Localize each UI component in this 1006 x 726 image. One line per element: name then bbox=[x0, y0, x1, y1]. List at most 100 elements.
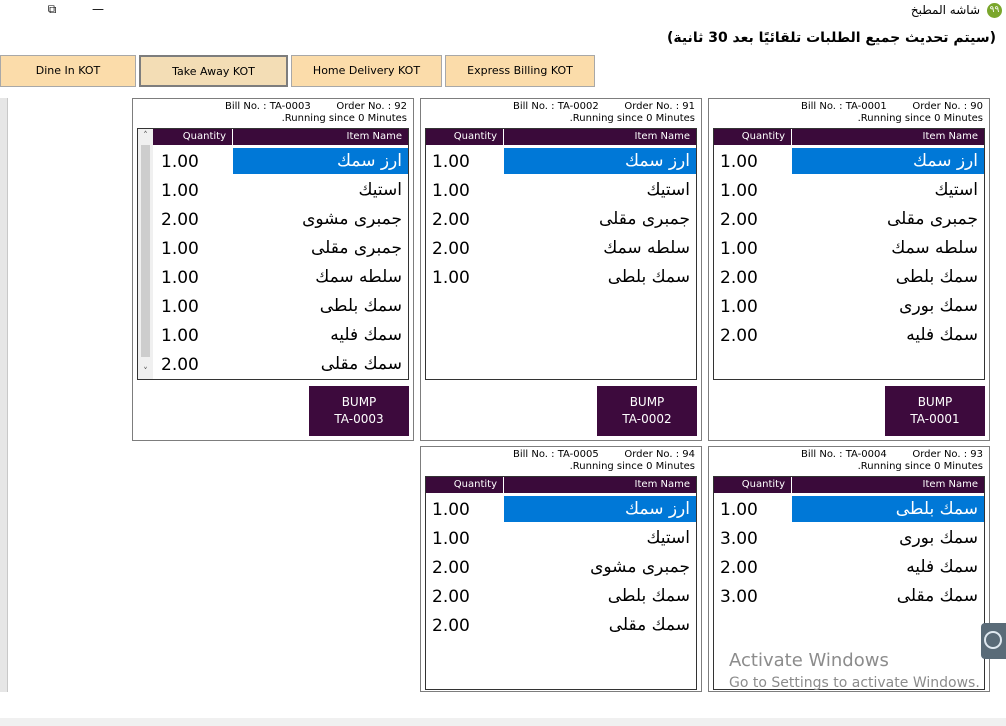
order-items-grid[interactable]: Quantity Item Name 1.00 ارز سمك 1.00 استيك 2.0… bbox=[137, 128, 409, 380]
quantity-column-header[interactable]: Quantity bbox=[155, 129, 233, 145]
item-quantity: 2.00 bbox=[720, 210, 758, 230]
table-row[interactable]: 3.00 سمك بورى bbox=[714, 525, 984, 554]
order-items-grid[interactable]: Quantity Item Name 1.00 ارز سمك 1.00 استيك 2.0… bbox=[713, 128, 985, 380]
item-quantity: 2.00 bbox=[720, 326, 758, 346]
order-card-ta-0005: Bill No. : TA-0005 Order No. : 94 Running … bbox=[420, 446, 702, 692]
running-time: Running since 0 Minutes. bbox=[569, 113, 695, 124]
table-row[interactable]: 1.00 سمك بورى bbox=[714, 293, 984, 322]
item-name: استيك bbox=[646, 180, 690, 200]
item-name-column-header[interactable]: Item Name bbox=[504, 477, 696, 493]
quantity-column-header[interactable]: Quantity bbox=[714, 477, 792, 493]
order-card-ta-0001: Bill No. : TA-0001 Order No. : 90 Running … bbox=[708, 98, 990, 441]
tab-express-billing-kot[interactable]: Express Billing KOT bbox=[445, 55, 595, 87]
table-row[interactable]: 1.00 سمك بلطى bbox=[714, 496, 984, 525]
item-name-column-header[interactable]: Item Name bbox=[504, 129, 696, 145]
table-row[interactable]: 2.00 سمك مقلى bbox=[138, 351, 408, 379]
table-row[interactable]: 2.00 سلطه سمك bbox=[426, 235, 696, 264]
item-name: ارز سمك bbox=[792, 148, 984, 174]
panel-scrollbar[interactable] bbox=[0, 98, 8, 692]
running-time: Running since 0 Minutes. bbox=[569, 461, 695, 472]
bump-button[interactable]: BUMP TA-0003 bbox=[309, 386, 409, 436]
item-name: سمك مقلى bbox=[320, 354, 402, 374]
item-name: استيك bbox=[646, 528, 690, 548]
table-row[interactable]: 1.00 سمك فليه bbox=[138, 322, 408, 351]
table-row[interactable]: 1.00 سلطه سمك bbox=[714, 235, 984, 264]
bottom-scrollbar[interactable] bbox=[0, 718, 1006, 726]
table-row[interactable]: 3.00 سمك مقلى bbox=[714, 583, 984, 612]
table-row[interactable]: 1.00 ارز سمك bbox=[426, 148, 696, 177]
title-bar: ⧉ — شاشه المطبخ ٩٩ bbox=[0, 0, 1006, 26]
table-row[interactable]: 2.00 جمبرى مقلى bbox=[714, 206, 984, 235]
order-items-grid[interactable]: Quantity Item Name 1.00 ارز سمك 1.00 استيك 2.0… bbox=[425, 476, 697, 690]
bump-button[interactable]: BUMP TA-0002 bbox=[597, 386, 697, 436]
window-title: شاشه المطبخ bbox=[910, 3, 980, 17]
item-quantity: 1.00 bbox=[161, 239, 199, 259]
item-name: جمبرى مقلى bbox=[310, 238, 402, 258]
item-name: سمك بلطى bbox=[607, 267, 690, 287]
grid-scrollbar[interactable]: ˄ ˅ bbox=[138, 129, 153, 379]
tab-take-away-kot[interactable]: Take Away KOT bbox=[139, 55, 288, 87]
item-name: استيك bbox=[358, 180, 402, 200]
tab-home-delivery-kot[interactable]: Home Delivery KOT bbox=[291, 55, 442, 87]
order-number: Order No. : 94 bbox=[624, 449, 695, 460]
quantity-column-header[interactable]: Quantity bbox=[426, 477, 504, 493]
bill-number: Bill No. : TA-0002 bbox=[513, 101, 599, 112]
table-row[interactable]: 2.00 جمبرى مشوى bbox=[426, 554, 696, 583]
item-quantity: 1.00 bbox=[432, 529, 470, 549]
item-name: سمك فليه bbox=[906, 325, 978, 345]
quantity-column-header[interactable]: Quantity bbox=[426, 129, 504, 145]
item-name: ارز سمك bbox=[233, 148, 408, 174]
table-row[interactable]: 2.00 جمبرى مقلى bbox=[426, 206, 696, 235]
bump-label: BUMP bbox=[629, 395, 665, 409]
bill-number: Bill No. : TA-0005 bbox=[513, 449, 599, 460]
order-card-ta-0002: Bill No. : TA-0002 Order No. : 91 Running … bbox=[420, 98, 702, 441]
table-row[interactable]: 1.00 استيك bbox=[426, 525, 696, 554]
table-row[interactable]: 2.00 جمبرى مشوى bbox=[138, 206, 408, 235]
table-row[interactable]: 1.00 استيك bbox=[138, 177, 408, 206]
table-row[interactable]: 1.00 سلطه سمك bbox=[138, 264, 408, 293]
quantity-column-header[interactable]: Quantity bbox=[714, 129, 792, 145]
table-row[interactable]: 1.00 سمك بلطى bbox=[138, 293, 408, 322]
table-row[interactable]: 1.00 جمبرى مقلى bbox=[138, 235, 408, 264]
item-name: جمبرى مقلى bbox=[886, 209, 978, 229]
item-name-column-header[interactable]: Item Name bbox=[792, 477, 984, 493]
order-header: Bill No. : TA-0005 Order No. : 94 bbox=[421, 449, 701, 461]
table-row[interactable]: 2.00 سمك فليه bbox=[714, 554, 984, 583]
item-quantity: 1.00 bbox=[720, 239, 758, 259]
app-logo-icon: ٩٩ bbox=[987, 3, 1002, 18]
scroll-thumb[interactable] bbox=[141, 145, 150, 357]
item-quantity: 2.00 bbox=[432, 239, 470, 259]
watermark-subtitle: Go to Settings to activate Windows. bbox=[729, 675, 980, 691]
table-row[interactable]: 2.00 سمك فليه bbox=[714, 322, 984, 351]
running-time: Running since 0 Minutes. bbox=[857, 113, 983, 124]
order-header: Bill No. : TA-0003 Order No. : 92 bbox=[133, 101, 413, 113]
tab-dine-in-kot[interactable]: Dine In KOT bbox=[0, 55, 136, 87]
item-name: سمك بلطى bbox=[792, 496, 984, 522]
bump-button[interactable]: BUMP TA-0001 bbox=[885, 386, 985, 436]
item-name: جمبرى مقلى bbox=[598, 209, 690, 229]
table-row[interactable]: 1.00 استيك bbox=[426, 177, 696, 206]
item-name-column-header[interactable]: Item Name bbox=[792, 129, 984, 145]
scroll-up-icon[interactable]: ˄ bbox=[138, 129, 153, 143]
table-row[interactable]: 2.00 سمك مقلى bbox=[426, 612, 696, 641]
order-number: Order No. : 92 bbox=[336, 101, 407, 112]
minimize-button[interactable]: — bbox=[78, 0, 118, 22]
item-name-column-header[interactable]: Item Name bbox=[233, 129, 408, 145]
table-row[interactable]: 1.00 ارز سمك bbox=[714, 148, 984, 177]
grid-header: Quantity Item Name bbox=[426, 129, 696, 145]
table-row[interactable]: 1.00 استيك bbox=[714, 177, 984, 206]
order-items-grid[interactable]: Quantity Item Name 1.00 ارز سمك 1.00 استيك 2.0… bbox=[425, 128, 697, 380]
teamviewer-icon[interactable] bbox=[981, 623, 1006, 659]
order-header: Bill No. : TA-0001 Order No. : 90 bbox=[709, 101, 989, 113]
table-row[interactable]: 1.00 سمك بلطى bbox=[426, 264, 696, 293]
table-row[interactable]: 2.00 سمك بلطى bbox=[426, 583, 696, 612]
restore-button[interactable]: ⧉ bbox=[32, 0, 72, 22]
item-quantity: 1.00 bbox=[432, 500, 470, 520]
scroll-down-icon[interactable]: ˅ bbox=[138, 365, 153, 379]
table-row[interactable]: 1.00 ارز سمك bbox=[426, 496, 696, 525]
item-name: جمبرى مشوى bbox=[590, 557, 690, 577]
table-row[interactable]: 1.00 ارز سمك bbox=[138, 148, 408, 177]
windows-activation-watermark: Activate Windows Go to Settings to activ… bbox=[729, 650, 980, 691]
item-quantity: 1.00 bbox=[161, 326, 199, 346]
table-row[interactable]: 2.00 سمك بلطى bbox=[714, 264, 984, 293]
